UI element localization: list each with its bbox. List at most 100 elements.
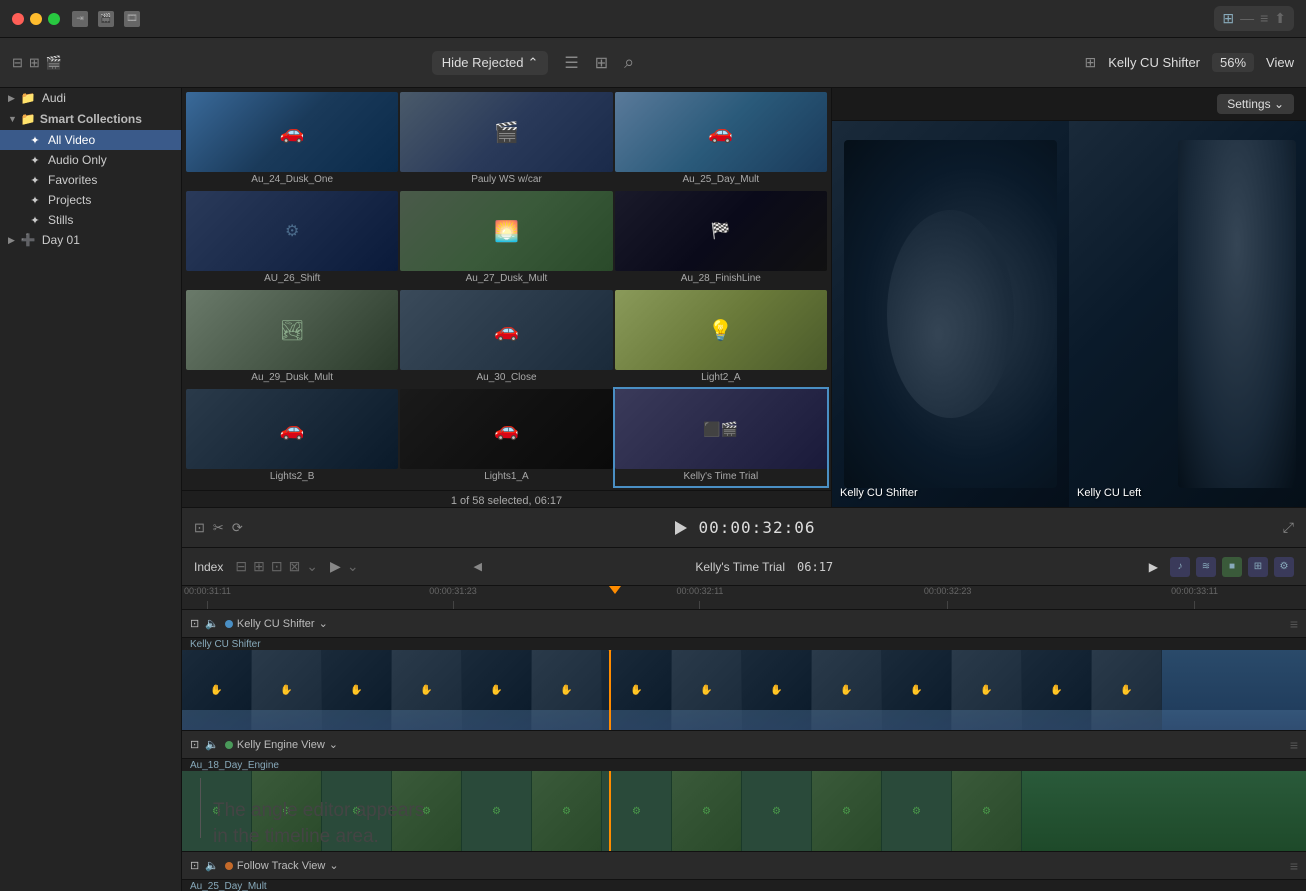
track-audio-icon: 🔈 [205, 617, 219, 630]
trim-icon[interactable]: ✂ [213, 520, 224, 536]
track-color-chip [225, 741, 233, 749]
track-menu-icon[interactable]: ≡ [1290, 858, 1298, 874]
thumbnail-label: Lights1_A [400, 469, 612, 486]
list-item[interactable]: 🚗 Lights1_A [400, 389, 612, 486]
close-button[interactable] [12, 13, 24, 25]
track-content[interactable]: ✋ ✋ ✋ ✋ [182, 650, 1306, 730]
view-switcher[interactable]: ⊞ — ≡ ⬆ [1214, 6, 1294, 31]
share-icon[interactable]: ⬆ [1274, 10, 1286, 27]
list-item[interactable]: 🎬 Pauly WS w/car [400, 92, 612, 189]
thumbnail-image: 🚗 [186, 92, 398, 172]
list-item[interactable]: 💡 Light2_A [615, 290, 827, 387]
mini-thumb: ⚙ [882, 771, 952, 851]
track-monitor-icon: ⊡ [190, 859, 199, 872]
list-item-selected[interactable]: ⬛🎬 Kelly's Time Trial [615, 389, 827, 486]
track-kelly-cu-shifter: ⊡ 🔈 Kelly CU Shifter ⌄ ≡ Kelly CU Shifte… [182, 610, 1306, 731]
detail-view-icon[interactable]: ≡ [1260, 10, 1268, 27]
play-button[interactable] [675, 521, 687, 535]
clip-appearance-icon[interactable]: ⊞ [253, 558, 265, 575]
waveform-icon[interactable]: ≋ [1196, 557, 1216, 577]
list-view-btn[interactable]: ☰ [564, 53, 578, 73]
minimize-button[interactable] [30, 13, 42, 25]
index-label[interactable]: Index [194, 560, 223, 574]
list-item[interactable]: 🚗 Au_24_Dusk_One [186, 92, 398, 189]
smart-collections-label: Smart Collections [40, 112, 142, 126]
settings-button[interactable]: Settings ⌄ [1217, 94, 1294, 114]
color-icon[interactable]: ■ [1222, 557, 1242, 577]
list-view-icon[interactable]: — [1240, 10, 1254, 27]
toolbar-left: ⊟ ⊞ 🎬 [12, 55, 192, 71]
arrow-right-icon[interactable]: ▶ [1149, 560, 1158, 574]
play-timeline-icon[interactable]: ▶ [330, 558, 341, 575]
sidebar-favorites-label: Favorites [48, 173, 97, 187]
list-item[interactable]: 🚗 Au_30_Close [400, 290, 612, 387]
arrow-left-icon[interactable]: ◀ [474, 560, 482, 573]
sidebar-day01-label: Day 01 [42, 233, 80, 247]
list-item[interactable]: 🚗 Au_25_Day_Mult [615, 92, 827, 189]
preview-header: Settings ⌄ [832, 88, 1306, 121]
grid-view-icon[interactable]: ⊞ [1222, 10, 1234, 27]
chevron-icon: ⌃ [527, 55, 538, 71]
maximize-button[interactable] [48, 13, 60, 25]
libraries-icon[interactable]: 🎬 [98, 11, 114, 27]
main-layout: ▶ 📁 Audi ▼ 📁 Smart Collections ✦ All Vid… [0, 88, 1306, 891]
sidebar-item-projects[interactable]: ✦ Projects [0, 190, 181, 210]
sidebar-smart-collections-header: ▼ 📁 Smart Collections [0, 108, 181, 130]
nav-icon[interactable]: ⇥ [72, 11, 88, 27]
track-options-icon[interactable]: ⊟ [235, 558, 247, 575]
chevron-icon: ▶ [8, 93, 15, 104]
clip-view-icon[interactable]: ⊡ [194, 520, 205, 536]
thumbnail-image: 🏞 [186, 290, 398, 370]
sidebar-item-stills[interactable]: ✦ Stills [0, 210, 181, 230]
thumbnail-image: ⚙ [186, 191, 398, 271]
track-name-label: Kelly CU Shifter [237, 618, 315, 630]
track-menu-icon[interactable]: ≡ [1290, 737, 1298, 753]
timeline-ruler: 00:00:31:11 00:00:31:23 00:00:32:11 00:0… [182, 586, 1306, 610]
list-item[interactable]: ⚙ AU_26_Shift [186, 191, 398, 288]
ruler-label: 00:00:33:11 [1171, 586, 1218, 596]
mini-thumb: ⚙ [462, 771, 532, 851]
list-item[interactable]: 🏞 Au_29_Dusk_Mult [186, 290, 398, 387]
thumbnail-image: ⬛🎬 [615, 389, 827, 469]
layout-chevron-icon[interactable]: ⌄ [306, 558, 318, 575]
sidebar-item-audio-only[interactable]: ✦ Audio Only [0, 150, 181, 170]
audio-icon[interactable]: ♪ [1170, 557, 1190, 577]
track-dropdown-icon[interactable]: ⌄ [329, 738, 338, 751]
sidebar-item-day01[interactable]: ▶ ➕ Day 01 [0, 230, 181, 250]
track-dropdown-icon[interactable]: ⌄ [319, 617, 328, 630]
hide-rejected-label: Hide Rejected [442, 55, 524, 70]
clips-icon[interactable]: 🎞 [124, 11, 140, 27]
mini-thumb: ⚙ [812, 771, 882, 851]
folder-icon-sc: 📁 [21, 112, 36, 126]
browser[interactable]: 🚗 Au_24_Dusk_One 🎬 Pauly WS w/car 🚗 [182, 88, 832, 507]
gear-icon-audio: ✦ [28, 153, 42, 167]
settings-tl-icon[interactable]: ⚙ [1274, 557, 1294, 577]
search-icon[interactable]: ⌕ [624, 52, 634, 73]
thumbnail-image: 🎬 [400, 92, 612, 172]
left-clip-name: Kelly CU Shifter [840, 487, 918, 499]
clip-height-icon[interactable]: ⊡ [271, 558, 283, 575]
timeline-options-chevron[interactable]: ⌄ [347, 558, 359, 575]
view-button[interactable]: View [1266, 55, 1294, 70]
list-item[interactable]: 🚗 Lights2_B [186, 389, 398, 486]
options-icon[interactable]: ⟳ [232, 520, 243, 536]
sidebar-item-all-video[interactable]: ✦ All Video [0, 130, 181, 150]
clip-layout-icon[interactable]: ⊠ [289, 558, 301, 575]
monitor-icon[interactable]: ⊞ [1248, 557, 1268, 577]
grid-view-btn[interactable]: ⊞ [595, 53, 608, 73]
right-clip-name: Kelly CU Left [1077, 487, 1141, 499]
hide-rejected-button[interactable]: Hide Rejected ⌃ [432, 51, 549, 75]
thumbnail-label: Au_30_Close [400, 370, 612, 387]
track-dropdown-icon[interactable]: ⌄ [329, 859, 338, 872]
list-item[interactable]: 🏁 Au_28_FinishLine [615, 191, 827, 288]
track-menu-icon[interactable]: ≡ [1290, 616, 1298, 632]
caption-container: The angle editor appears in the timeline… [200, 778, 424, 851]
sidebar-item-audi[interactable]: ▶ 📁 Audi [0, 88, 181, 108]
clips-icon-tb: 🎬 [46, 55, 62, 71]
list-item[interactable]: 🌅 Au_27_Dusk_Mult [400, 191, 612, 288]
timeline-clip-timecode: 06:17 [797, 560, 833, 574]
sidebar-item-favorites[interactable]: ✦ Favorites [0, 170, 181, 190]
zoom-control[interactable]: 56% [1212, 53, 1254, 72]
fullscreen-icon[interactable]: ⤢ [1283, 519, 1294, 536]
zoom-value: 56% [1220, 55, 1246, 70]
